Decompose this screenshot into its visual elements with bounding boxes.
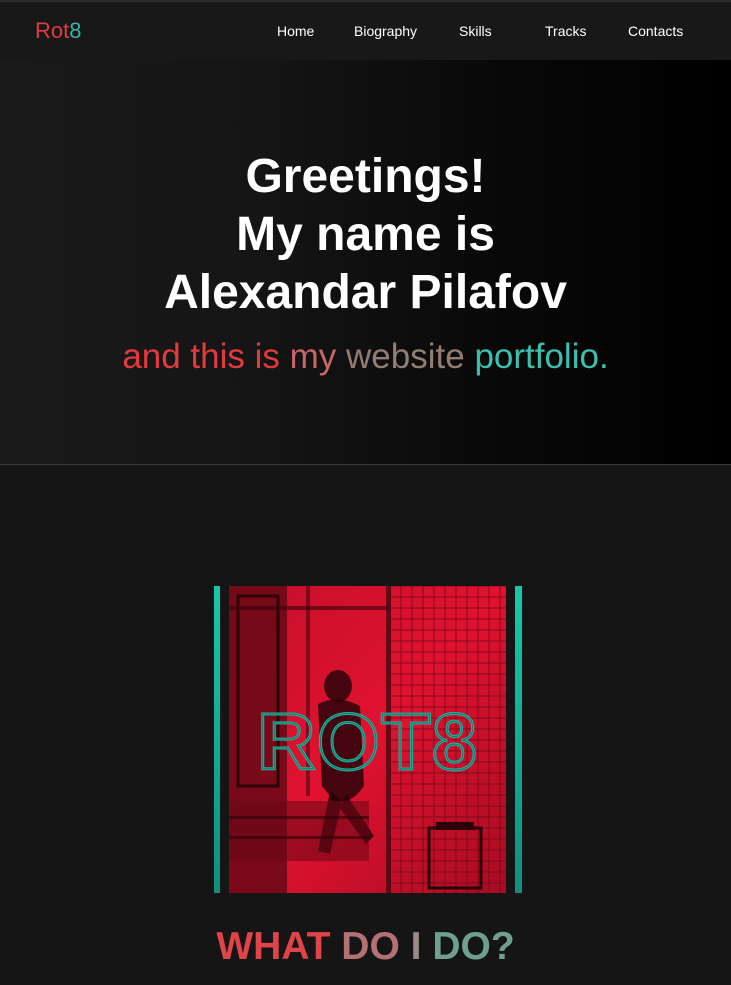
section-heading-part2: DO bbox=[341, 925, 400, 968]
hero-subtitle: and this is my website portfolio. bbox=[0, 336, 731, 378]
brand-text-part1: Rot bbox=[35, 18, 70, 43]
nav-item-contacts[interactable]: Contacts bbox=[628, 23, 683, 39]
brand-logo-link[interactable]: Rot8 bbox=[35, 19, 82, 43]
nav-item-skills[interactable]: Skills bbox=[459, 23, 492, 39]
nav-item-home[interactable]: Home bbox=[277, 23, 314, 39]
hero-title-line-2: My name is bbox=[236, 208, 495, 261]
section-heading: WHAT DO I DO? bbox=[0, 924, 731, 970]
hero-title: Greetings! My name is Alexandar Pilafov bbox=[0, 148, 731, 322]
hero-section: Greetings! My name is Alexandar Pilafov … bbox=[0, 60, 731, 464]
brand-text-part2: 8 bbox=[69, 18, 82, 43]
hero-subtitle-part1: and this is bbox=[122, 337, 280, 376]
section-heading-part3: I bbox=[410, 925, 422, 968]
hero-subtitle-part3: website bbox=[346, 337, 465, 376]
navbar: Rot8 Home Biography Skills Tracks Contac… bbox=[0, 2, 731, 60]
hero-title-line-1: Greetings! bbox=[245, 150, 486, 203]
hero-title-line-3: Alexandar Pilafov bbox=[164, 266, 567, 319]
hero-subtitle-part4: portfolio. bbox=[474, 337, 609, 376]
section-heading-part1: WHAT bbox=[216, 925, 331, 968]
page: Rot8 Home Biography Skills Tracks Contac… bbox=[0, 0, 731, 985]
rot8-logo-image: ROT8 ROT8 bbox=[214, 586, 522, 893]
hero-subtitle-part2: my bbox=[289, 337, 337, 376]
nav-item-biography[interactable]: Biography bbox=[354, 23, 417, 39]
section-heading-part4: DO? bbox=[432, 925, 515, 968]
nav-item-tracks[interactable]: Tracks bbox=[545, 23, 586, 39]
svg-text:ROT8: ROT8 bbox=[257, 697, 478, 786]
